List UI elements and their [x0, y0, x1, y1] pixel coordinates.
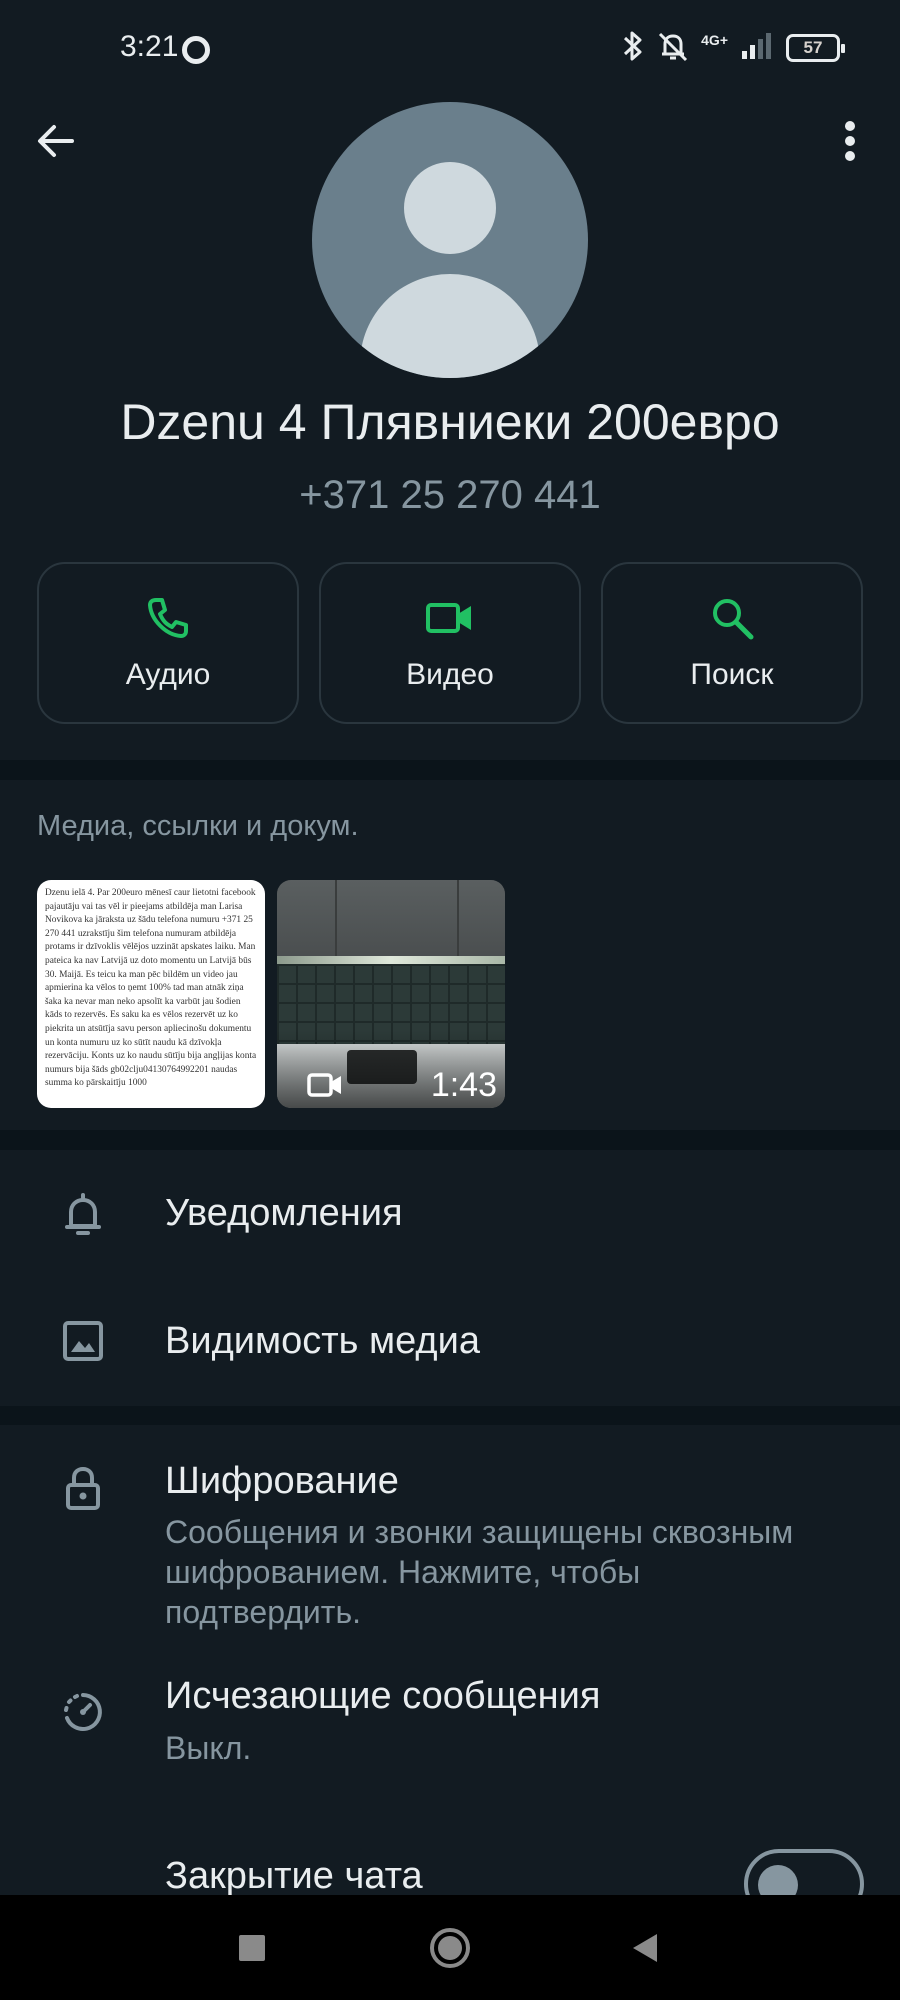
encryption-row[interactable]: Шифрование Сообщения и звонки защищены с…	[0, 1425, 900, 1640]
network-type: 4G+	[701, 32, 728, 48]
status-time: 3:21	[120, 30, 179, 63]
arrow-left-icon	[38, 125, 74, 157]
audio-call-button[interactable]: Аудио	[37, 562, 299, 724]
media-section-title[interactable]: Медиа, ссылки и докум.	[37, 810, 359, 843]
disappearing-messages-row[interactable]: Исчезающие сообщения Выкл.	[0, 1655, 900, 1815]
video-call-button[interactable]: Видео	[319, 562, 581, 724]
media-section: Медиа, ссылки и докум. Dzenu ielā 4. Par…	[0, 780, 900, 1130]
contact-name: Dzenu 4 Плявниеки 200евро	[120, 394, 780, 450]
timer-icon	[58, 1691, 108, 1733]
mute-bell-icon	[657, 29, 689, 68]
phone-icon	[148, 598, 188, 638]
audio-call-label: Аудио	[125, 658, 211, 691]
contact-info-screen: 3:21 4G+ 57 Dzenu 4 Плявниеки 200евро +3…	[0, 0, 900, 2000]
more-options-button[interactable]	[828, 115, 872, 167]
status-icons: 4G+ 57	[621, 28, 845, 68]
search-button[interactable]: Поиск	[601, 562, 863, 724]
search-label: Поиск	[690, 658, 774, 691]
recents-button[interactable]	[227, 1923, 277, 1973]
video-icon	[426, 603, 471, 633]
contact-phone: +371 25 270 441	[299, 473, 601, 517]
square-icon	[239, 1935, 265, 1961]
battery-level: 57	[803, 38, 823, 57]
media-visibility-row[interactable]: Видимость медиа	[0, 1278, 900, 1406]
avatar-person-icon	[404, 162, 496, 254]
settings-group-1: Уведомления Видимость медиа	[0, 1150, 900, 1406]
sync-status-icon	[182, 36, 210, 64]
bell-icon	[58, 1192, 108, 1238]
signal-icon	[740, 31, 774, 66]
circle-icon	[430, 1928, 470, 1968]
status-bar: 3:21 4G+ 57	[0, 0, 900, 75]
disappearing-messages-label: Исчезающие сообщения	[165, 1675, 601, 1717]
video-duration: 1:43	[430, 1066, 497, 1104]
notifications-label: Уведомления	[165, 1192, 403, 1234]
settings-group-2: Шифрование Сообщения и звонки защищены с…	[0, 1425, 900, 1895]
media-thumb-video[interactable]: 1:43	[277, 880, 505, 1108]
bluetooth-icon	[621, 29, 645, 68]
disappearing-messages-status: Выкл.	[165, 1730, 252, 1766]
back-button[interactable]	[30, 115, 82, 167]
lock-icon	[58, 1465, 108, 1511]
video-call-label: Видео	[406, 658, 494, 691]
action-buttons: Аудио Видео Поиск	[37, 562, 863, 724]
contact-header: Dzenu 4 Плявниеки 200евро +371 25 270 44…	[0, 75, 900, 760]
encryption-description: Сообщения и звонки защищены сквозным шиф…	[165, 1514, 794, 1630]
battery-icon: 57	[786, 34, 845, 62]
encryption-label: Шифрование	[165, 1460, 399, 1502]
more-vertical-icon	[845, 121, 855, 161]
search-icon	[713, 599, 754, 640]
triangle-back-icon	[633, 1934, 657, 1962]
chat-lock-toggle[interactable]	[744, 1849, 864, 1895]
image-icon	[58, 1320, 108, 1362]
system-nav-bar	[0, 1895, 900, 2000]
chat-lock-label: Закрытие чата	[165, 1855, 423, 1895]
back-nav-button[interactable]	[620, 1923, 670, 1973]
home-button[interactable]	[425, 1923, 475, 1973]
media-thumb-document[interactable]: Dzenu ielā 4. Par 200euro mēnesī caur li…	[37, 880, 265, 1108]
notifications-row[interactable]: Уведомления	[0, 1150, 900, 1278]
media-visibility-label: Видимость медиа	[165, 1320, 480, 1362]
avatar[interactable]	[312, 102, 588, 378]
video-camera-icon	[307, 1073, 341, 1097]
document-preview-text: Dzenu ielā 4. Par 200euro mēnesī caur li…	[45, 888, 257, 1089]
